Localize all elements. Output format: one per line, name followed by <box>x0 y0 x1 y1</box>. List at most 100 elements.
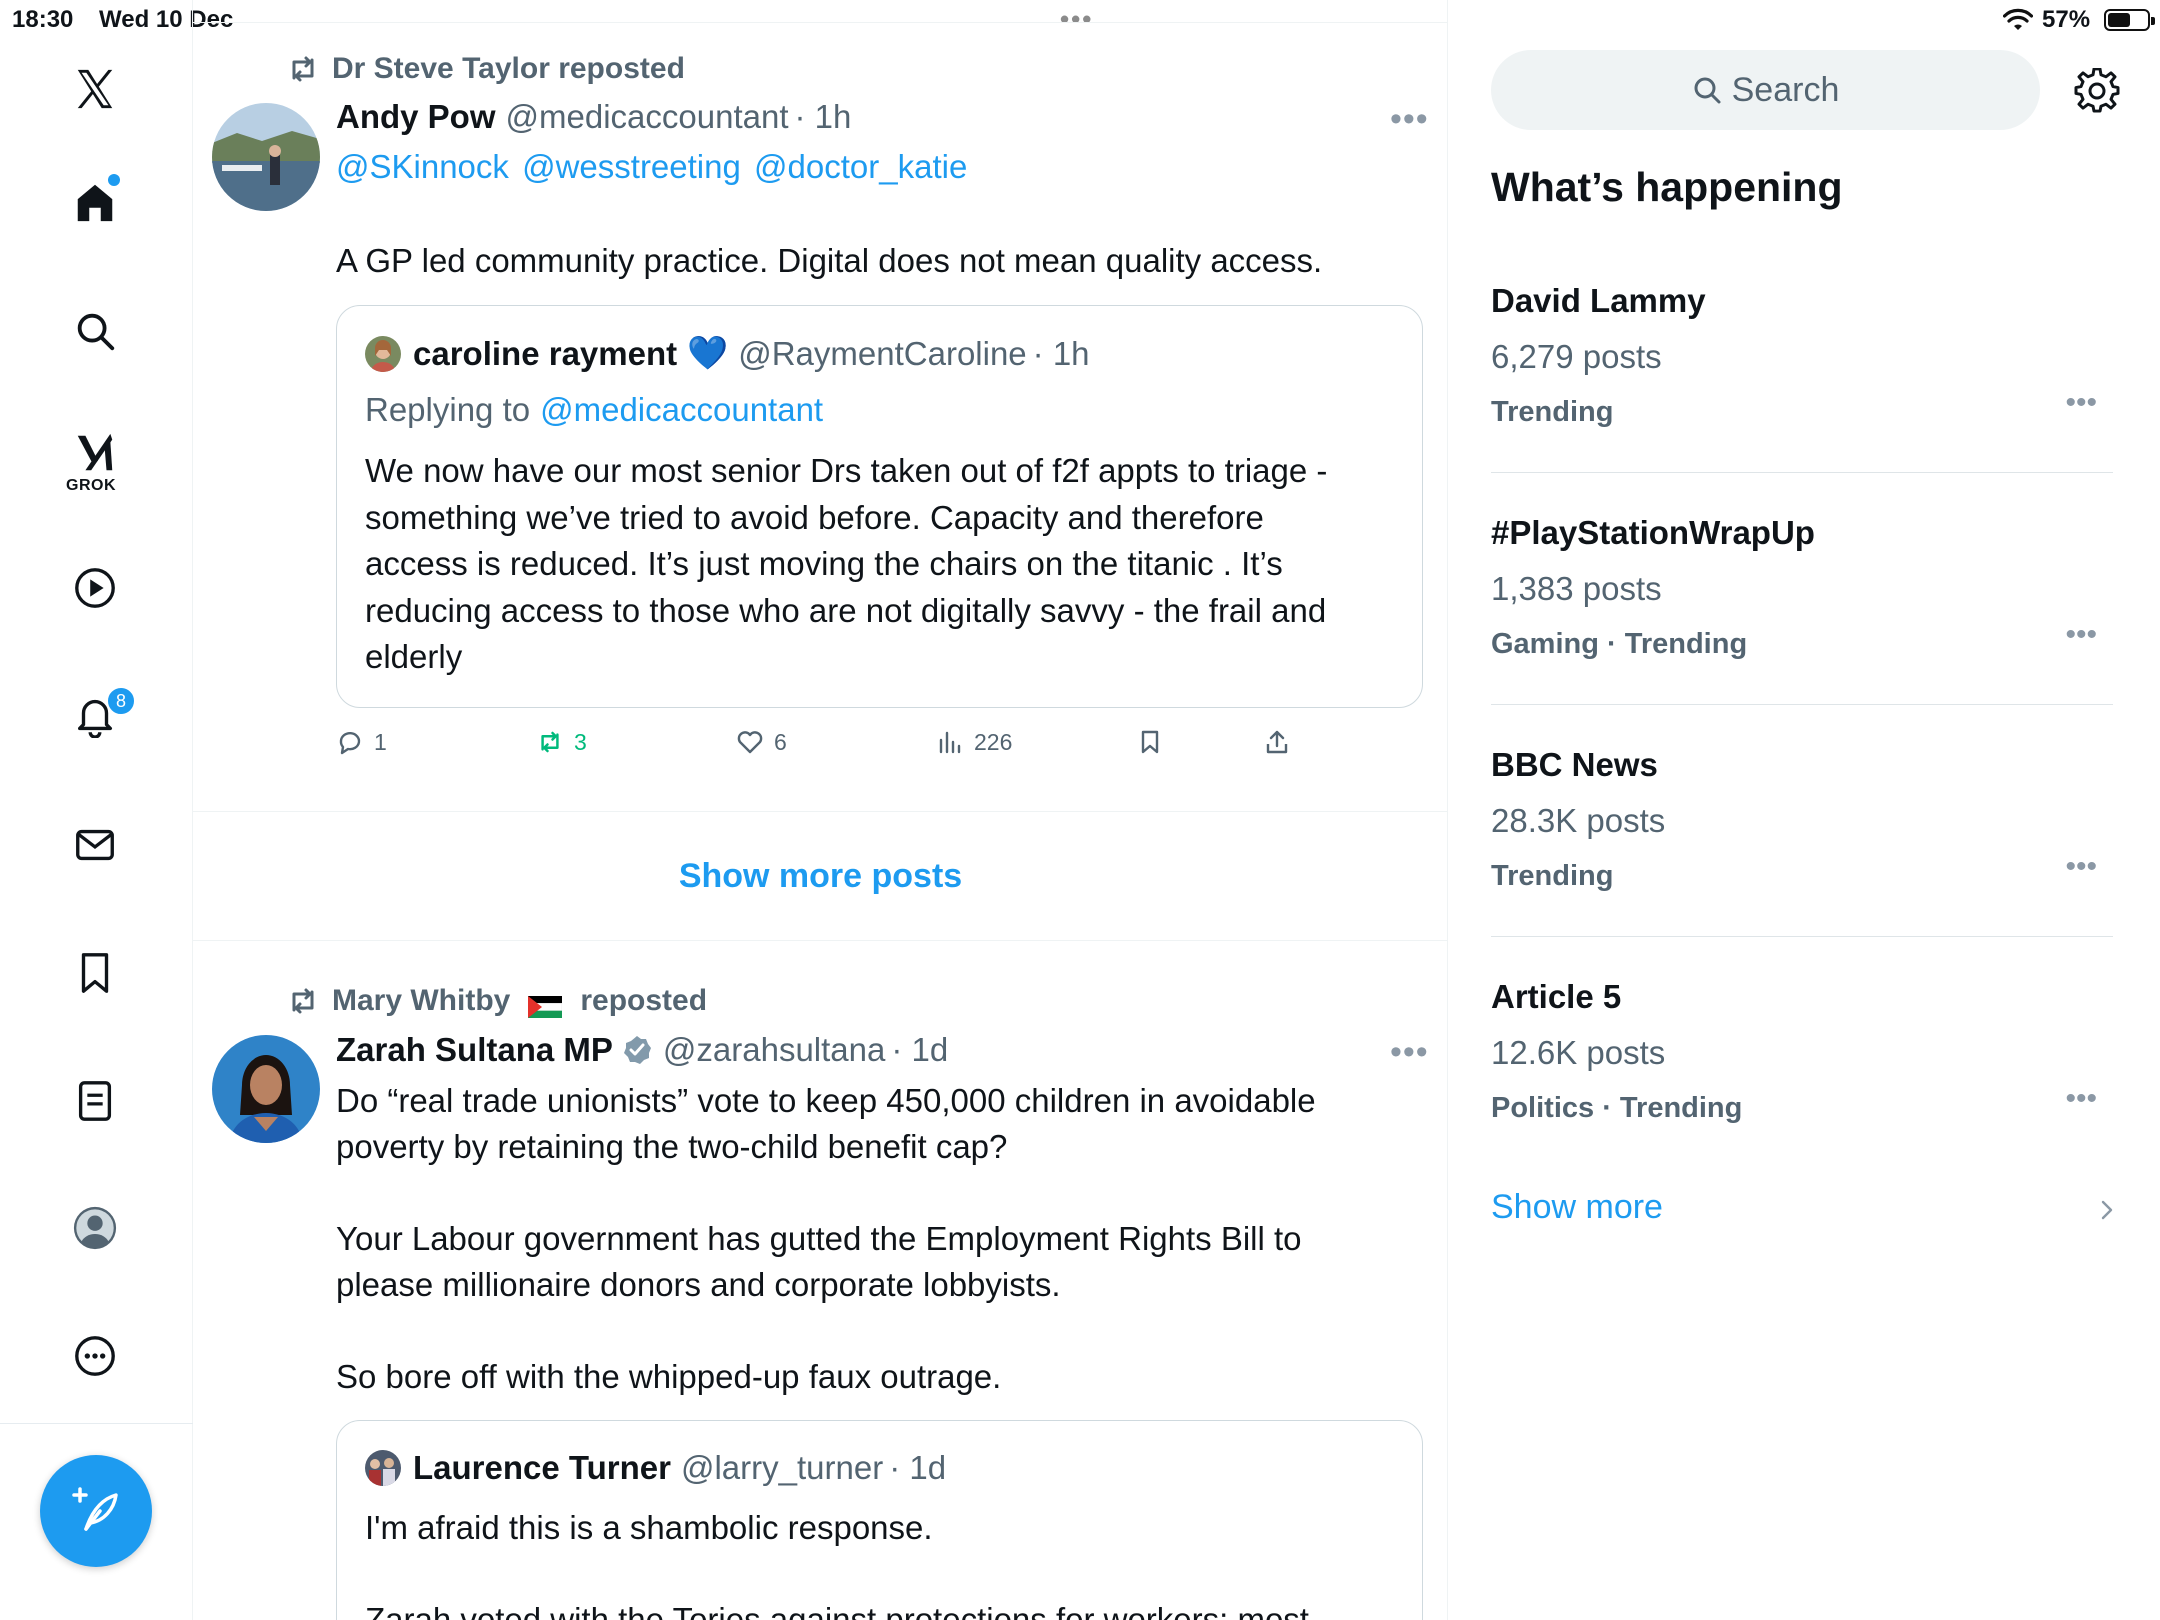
grok-icon[interactable] <box>70 428 120 478</box>
more-options-icon[interactable] <box>70 1331 120 1381</box>
tweet-mentions: @SKinnock @wesstreeting @doctor_katie <box>336 148 967 186</box>
quote-text: We now have our most senior Drs taken ou… <box>365 448 1327 681</box>
feather-plus-icon <box>72 1487 118 1531</box>
trend-more-icon[interactable]: ••• <box>2065 386 2097 420</box>
trend-name: BBC News <box>1491 746 1658 783</box>
quote-text: I'm afraid this is a shambolic response. <box>365 1509 933 1546</box>
repost-icon <box>292 56 314 82</box>
palestine-flag-icon <box>528 990 563 1018</box>
grok-label: GROK <box>66 477 116 494</box>
trend-count: 6,279 posts <box>1491 338 1662 375</box>
divider <box>1491 936 2113 937</box>
mention-link[interactable]: @wesstreeting <box>522 148 741 185</box>
trend-more-icon[interactable]: ••• <box>2065 618 2097 652</box>
trend-more-icon[interactable]: ••• <box>2065 850 2097 884</box>
repost-text: Dr Steve Taylor reposted <box>332 52 685 85</box>
home-unread-dot <box>108 174 120 186</box>
left-nav: GROK 8 <box>0 0 193 1620</box>
whats-happening-title: What’s happening <box>1491 164 1843 210</box>
heart-icon <box>737 731 763 754</box>
notifications-badge: 8 <box>106 686 136 716</box>
repost-count: 3 <box>574 728 587 755</box>
lists-icon[interactable] <box>70 1076 120 1126</box>
tweet-header: Zarah Sultana MP @zarahsultana · 1d <box>336 1031 948 1069</box>
x-logo-icon[interactable] <box>70 64 120 114</box>
trend-item[interactable]: David Lammy 6,279 posts Trending ••• <box>1491 282 2113 514</box>
show-more-link[interactable]: Show more <box>1491 1188 1663 1227</box>
repost-suffix: reposted <box>580 984 708 1017</box>
views-button[interactable]: 226 <box>936 728 1012 756</box>
repost-author: Mary Whitby <box>332 984 511 1017</box>
trend-meta: Trending <box>1491 396 1614 428</box>
quote-text-continued: Zarah voted with the Tories against prot… <box>365 1601 1309 1620</box>
author-name[interactable]: Andy Pow <box>336 98 496 136</box>
quote-author-handle: @RaymentCaroline <box>738 334 1027 372</box>
settings-gear-icon[interactable] <box>2074 68 2120 114</box>
replying-to-link[interactable]: @medicaccountant <box>540 391 823 429</box>
right-sidebar: Search What’s happening David Lammy 6,27… <box>1449 0 2160 1620</box>
trend-meta: Politics · Trending <box>1491 1092 1743 1124</box>
repost-indicator[interactable]: Dr Steve Taylor reposted <box>286 52 685 86</box>
repost-indicator[interactable]: Mary Whitby reposted <box>286 984 707 1018</box>
divider <box>193 940 1447 941</box>
trend-count: 28.3K posts <box>1491 802 1666 839</box>
quote-line: reducing access to those who are not dig… <box>365 591 1327 629</box>
search-icon[interactable] <box>70 306 120 356</box>
mention-link[interactable]: @doctor_katie <box>754 148 967 185</box>
trend-name: Article 5 <box>1491 978 1622 1015</box>
quote-header: Laurence Turner @larry_turner · 1d <box>365 1449 946 1487</box>
bookmark-icon <box>1141 730 1159 754</box>
trend-count: 12.6K posts <box>1491 1034 1666 1071</box>
trend-name: #PlayStationWrapUp <box>1491 514 1815 551</box>
tweet-more-icon[interactable]: ••• <box>1390 1033 1429 1072</box>
replying-prefix: Replying to <box>365 391 531 428</box>
trend-name: David Lammy <box>1491 282 1706 319</box>
author-name[interactable]: Zarah Sultana MP <box>336 1031 613 1069</box>
like-button[interactable]: 6 <box>736 728 787 756</box>
tweet-text: A GP led community practice. Digital doe… <box>336 242 1323 279</box>
reply-button[interactable]: 1 <box>336 728 387 756</box>
chevron-right-icon[interactable] <box>2095 1198 2119 1222</box>
verified-badge-icon <box>623 1036 651 1064</box>
quoted-tweet[interactable]: Laurence Turner @larry_turner · 1d I'm a… <box>336 1420 1423 1620</box>
quote-line: We now have our most senior Drs taken ou… <box>365 452 1328 489</box>
search-input[interactable]: Search <box>1491 50 2040 130</box>
show-more-posts-button[interactable]: Show more posts <box>193 812 1447 940</box>
quoted-tweet[interactable]: caroline rayment 💙 @RaymentCaroline · 1h… <box>336 305 1423 708</box>
analytics-icon <box>939 731 961 754</box>
tweet-time[interactable]: · 1d <box>891 1031 948 1069</box>
tweet-more-icon[interactable]: ••• <box>1390 100 1429 139</box>
repost-button[interactable]: 3 <box>536 728 587 756</box>
video-play-icon[interactable] <box>70 563 120 613</box>
author-handle[interactable]: @zarahsultana <box>663 1031 885 1069</box>
quote-avatar <box>365 1450 401 1486</box>
tweet-text: Do “real trade unionists” vote to keep 4… <box>336 1082 1316 1395</box>
repost-icon <box>541 731 559 753</box>
share-button[interactable] <box>1263 728 1291 756</box>
author-handle[interactable]: @medicaccountant <box>506 98 789 136</box>
quote-author-name: Laurence Turner <box>413 1449 671 1486</box>
tweet-time[interactable]: · 1h <box>795 98 852 136</box>
search-icon <box>1694 77 1721 104</box>
quote-header: caroline rayment 💙 @RaymentCaroline · 1h <box>365 334 1090 373</box>
divider <box>1491 472 2113 473</box>
avatar[interactable] <box>212 1035 320 1143</box>
quote-author-name: caroline rayment <box>413 334 678 372</box>
search-placeholder: Search <box>1731 70 1840 109</box>
blue-heart-emoji: 💙 <box>687 334 729 371</box>
messages-envelope-icon[interactable] <box>70 820 120 870</box>
compose-post-button[interactable] <box>40 1455 152 1567</box>
bookmarks-icon[interactable] <box>70 948 120 998</box>
trend-item[interactable]: Article 5 12.6K posts Politics · Trendin… <box>1491 978 2113 1210</box>
trend-item[interactable]: BBC News 28.3K posts Trending ••• <box>1491 746 2113 978</box>
trend-more-icon[interactable]: ••• <box>2065 1082 2097 1116</box>
view-count: 226 <box>974 728 1013 755</box>
like-count: 6 <box>774 728 787 755</box>
reply-icon <box>339 732 361 755</box>
avatar[interactable] <box>212 103 320 211</box>
bookmark-button[interactable] <box>1136 728 1164 756</box>
quote-time: · 1h <box>1032 334 1090 372</box>
mention-link[interactable]: @SKinnock <box>336 148 509 185</box>
profile-avatar-icon[interactable] <box>70 1203 120 1253</box>
trend-item[interactable]: #PlayStationWrapUp 1,383 posts Gaming · … <box>1491 514 2113 746</box>
